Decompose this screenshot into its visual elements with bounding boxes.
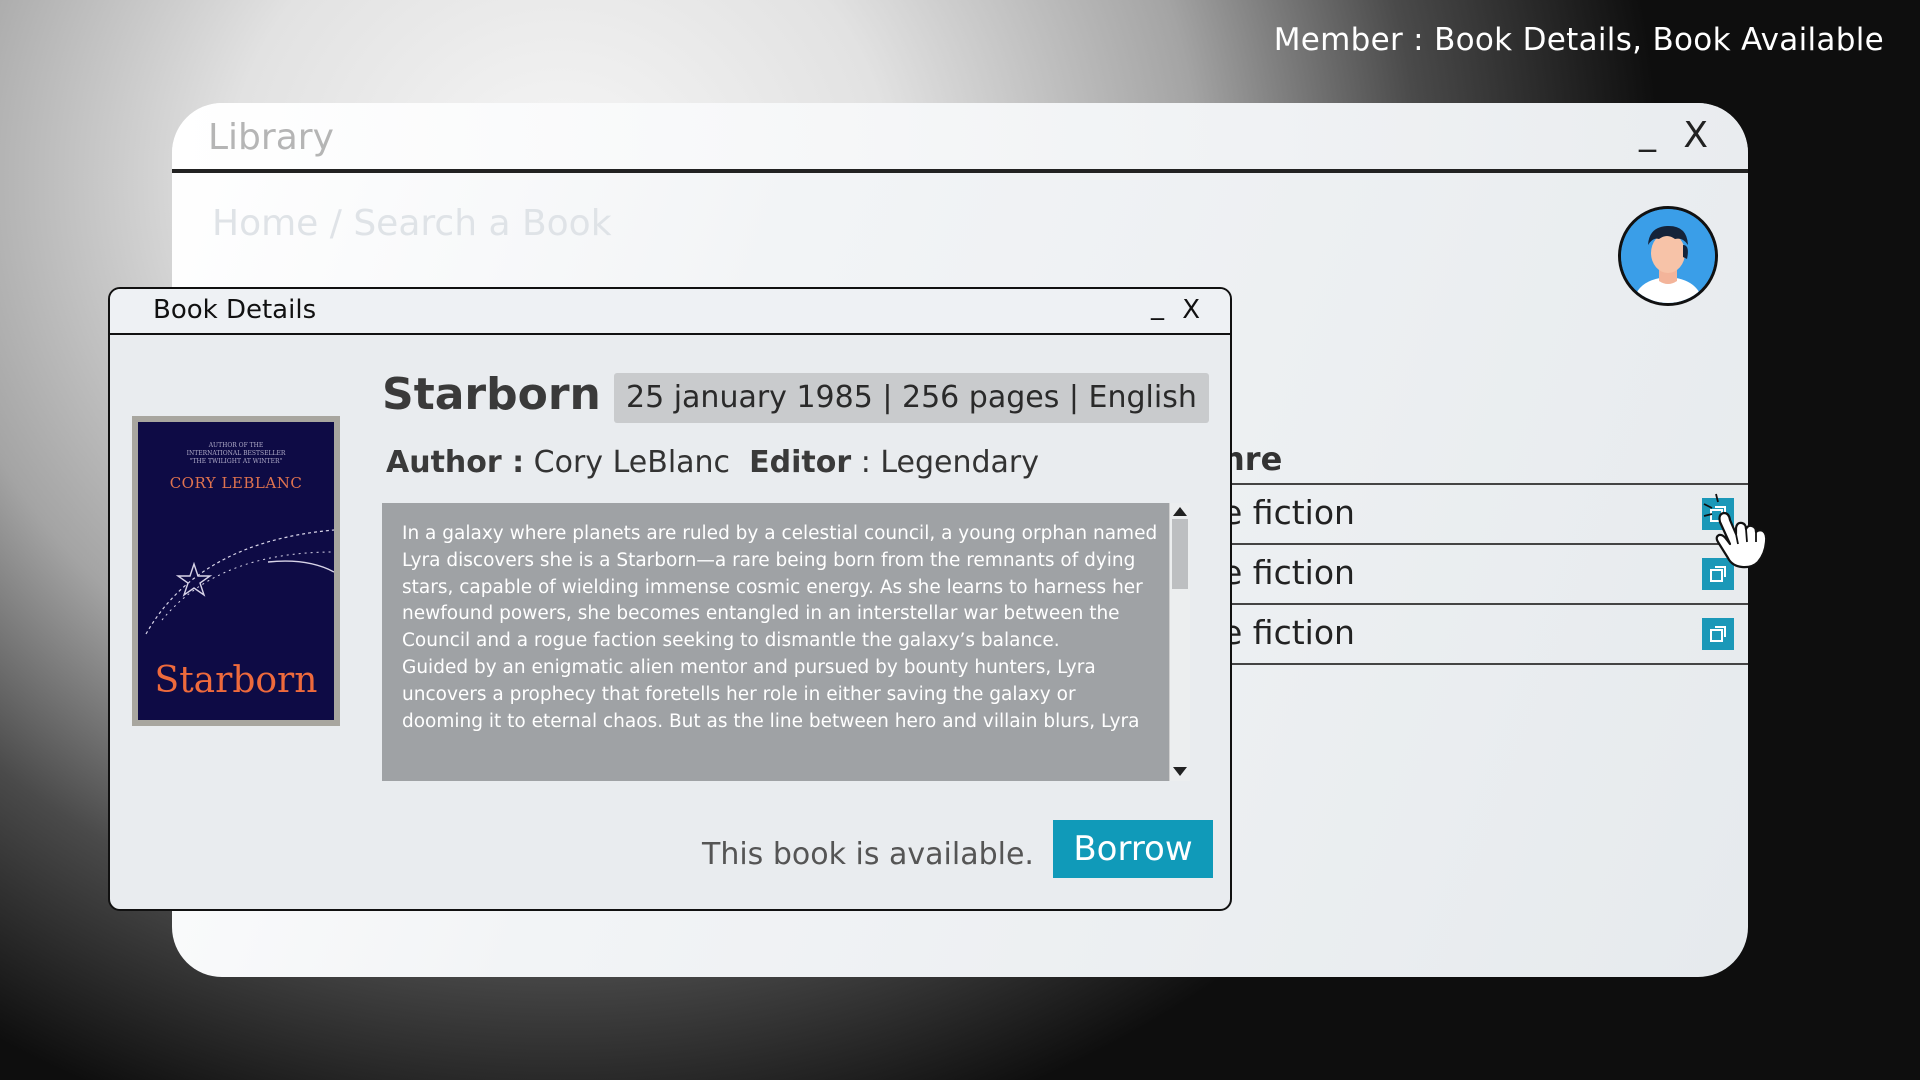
screen-caption: Member : Book Details, Book Available [1273, 22, 1884, 58]
dialog-title: Book Details [153, 295, 317, 325]
result-genre: e fiction [1222, 553, 1355, 592]
cover-tagline: AUTHOR OF THE INTERNATIONAL BESTSELLER "… [186, 442, 286, 465]
cover-author: CORY LEBLANC [169, 474, 303, 492]
dialog-close-button[interactable]: X [1182, 295, 1200, 325]
author-label: Author : [386, 445, 525, 480]
user-avatar[interactable] [1618, 206, 1718, 306]
availability-status: This book is available. [702, 837, 1034, 872]
library-title: Library [208, 117, 334, 158]
synopsis-text: In a galaxy where planets are ruled by a… [402, 523, 1158, 732]
user-avatar-icon [1621, 209, 1715, 303]
book-details-dialog: Book Details _ X AUTHOR OF THE INTERNATI… [108, 287, 1232, 911]
book-meta: 25 january 1985 | 256 pages | English [614, 373, 1209, 423]
synopsis-box[interactable]: In a galaxy where planets are ruled by a… [382, 503, 1190, 781]
library-minimize-button[interactable]: _ [1639, 113, 1656, 153]
book-credits: Author : Cory LeBlanc Editor : Legendary [386, 445, 1039, 480]
result-row[interactable]: e fiction [1172, 483, 1748, 543]
scroll-down-icon[interactable] [1173, 767, 1187, 776]
dialog-titlebar: Book Details _ X [110, 289, 1230, 335]
hand-pointer-cursor-icon [1703, 493, 1768, 569]
library-close-button[interactable]: X [1683, 115, 1708, 156]
star-icon [145, 529, 334, 635]
result-row[interactable]: e fiction [1172, 603, 1748, 665]
editor-name: : Legendary [860, 445, 1040, 480]
library-titlebar: Library _ X [172, 103, 1748, 173]
book-title: Starborn [382, 369, 601, 420]
open-in-window-icon [1710, 626, 1726, 642]
result-row[interactable]: e fiction [1172, 543, 1748, 603]
synopsis-scrollbar[interactable] [1169, 503, 1190, 781]
dialog-minimize-button[interactable]: _ [1151, 291, 1164, 321]
breadcrumb: Home / Search a Book [212, 203, 612, 244]
author-name: Cory LeBlanc [533, 445, 731, 480]
open-details-icon[interactable] [1702, 618, 1734, 650]
scroll-thumb[interactable] [1172, 519, 1188, 589]
book-cover: AUTHOR OF THE INTERNATIONAL BESTSELLER "… [132, 416, 340, 726]
result-genre: e fiction [1222, 613, 1355, 652]
scroll-up-icon[interactable] [1173, 507, 1187, 516]
editor-label: Editor [749, 445, 852, 480]
cover-title: Starborn [154, 660, 318, 701]
result-genre: e fiction [1222, 493, 1355, 532]
borrow-button[interactable]: Borrow [1053, 820, 1213, 878]
